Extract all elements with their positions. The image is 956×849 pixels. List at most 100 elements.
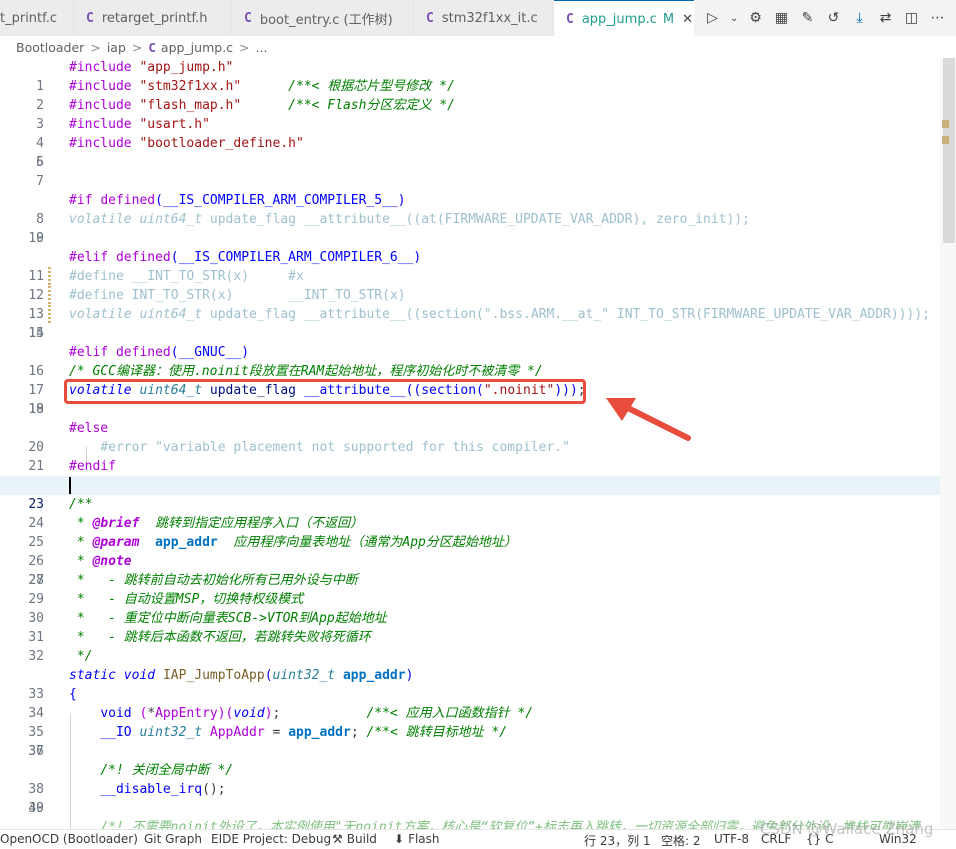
- scrollbar-thumb[interactable]: [943, 58, 955, 243]
- code-line[interactable]: 20 #else: [0, 419, 940, 455]
- code-line[interactable]: 11 #elif defined(__IS_COMPILER_ARM_COMPI…: [0, 248, 940, 284]
- code-line[interactable]: 39 __disable_irq();: [0, 780, 940, 816]
- line-number: 6: [36, 155, 44, 170]
- code-line[interactable]: 4 #include "usart.h": [0, 115, 940, 151]
- token: uint64_t: [139, 307, 203, 322]
- code-line[interactable]: 26 * @param app_addr 应用程序向量表地址（通常为App分区起…: [0, 533, 940, 569]
- code-line[interactable]: 12 #define __INT_TO_STR(x) #x: [0, 267, 940, 303]
- token: __INT_TO_STR: [131, 269, 226, 284]
- code-line[interactable]: 31 * - 跳转后本函数不返回，若跳转失败将死循环: [0, 628, 940, 647]
- token: #include: [69, 79, 132, 94]
- history-icon[interactable]: ↺: [825, 10, 842, 26]
- status-cursor-position[interactable]: 行 23，列 1: [584, 832, 651, 849]
- token: update_flag: [209, 307, 296, 322]
- code-line[interactable]: 15: [0, 324, 940, 343]
- status-openocd[interactable]: OpenOCD (Bootloader): [0, 832, 138, 846]
- run-debug-icon[interactable]: ▷: [704, 10, 721, 26]
- code-line[interactable]: 5 #include "bootloader_define.h": [0, 134, 940, 170]
- code-line[interactable]: 2 #include "stm32f1xx.h" /**< 根据芯片型号修改 *…: [0, 77, 940, 113]
- code-line[interactable]: 22 #endif: [0, 457, 940, 493]
- tab-label: stm32f1xx_it.c: [441, 10, 538, 26]
- token: #endif: [69, 459, 116, 474]
- current-line[interactable]: 23: [0, 476, 940, 512]
- code-line[interactable]: 35 void (*AppEntry)(void); /**< 应用入口函数指针…: [0, 704, 940, 740]
- split-editor-icon[interactable]: ◫: [903, 10, 920, 26]
- chevron-down-icon[interactable]: ⌄: [730, 13, 738, 24]
- breadcrumb-item[interactable]: iap: [107, 40, 126, 55]
- breadcrumb-item[interactable]: ...: [256, 40, 268, 55]
- status-encoding[interactable]: UTF-8: [714, 832, 749, 846]
- close-icon[interactable]: ✕: [682, 12, 693, 27]
- gear-icon[interactable]: ⚙: [747, 10, 764, 26]
- code-line[interactable]: 13 #define INT_TO_STR(x) __INT_TO_STR(x): [0, 286, 940, 322]
- code-editor[interactable]: 1 #include "app_jump.h" 2 #include "stm3…: [0, 58, 940, 829]
- tab-boot-entry[interactable]: C boot_entry.c (工作树): [232, 0, 414, 36]
- code-line[interactable]: 8 #if defined(__IS_COMPILER_ARM_COMPILER…: [0, 191, 940, 227]
- vertical-scrollbar[interactable]: [940, 58, 956, 829]
- line-number: 10: [28, 231, 44, 246]
- token: #error: [100, 440, 148, 455]
- token: uint64_t: [139, 212, 203, 227]
- code-line[interactable]: 25 * @brief 跳转到指定应用程序入口（不返回）: [0, 514, 940, 550]
- status-eide-project[interactable]: EIDE Project: Debug: [211, 832, 331, 846]
- tab-app-jump[interactable]: C app_jump.c M ✕: [554, 0, 698, 37]
- code-text: #define __INT_TO_STR(x) #x: [69, 269, 304, 284]
- token: __IO: [100, 725, 132, 740]
- code-line[interactable]: 37: [0, 742, 940, 761]
- code-text: #include "stm32f1xx.h" /**< 根据芯片型号修改 */: [69, 77, 455, 96]
- code-line[interactable]: 33 static void IAP_JumpToApp(uint32_t ap…: [0, 666, 940, 702]
- status-build-button[interactable]: ⚒ Build: [332, 832, 377, 846]
- token: @param: [92, 535, 140, 550]
- status-flash-button[interactable]: ⬇ Flash: [394, 832, 440, 846]
- token: app_addr: [342, 668, 406, 683]
- code-line[interactable]: 21 #error "variable placement not suppor…: [0, 438, 940, 474]
- code-line[interactable]: 27 * @note: [0, 552, 940, 588]
- code-line[interactable]: 28 * - 跳转前自动去初始化所有已用外设与中断: [0, 571, 940, 590]
- token: INT_TO_STR: [616, 307, 696, 322]
- breadcrumb-item[interactable]: Bootloader: [16, 40, 84, 55]
- tab-retarget-printf[interactable]: C retarget_printf.h: [74, 0, 232, 36]
- code-line[interactable]: 24 /**: [0, 495, 940, 531]
- code-line[interactable]: 32 */: [0, 647, 940, 666]
- code-text: #include "flash_map.h" /**< Flash分区宏定义 *…: [69, 96, 455, 115]
- status-spaces-label: 空格: 2: [661, 834, 701, 848]
- code-line[interactable]: 30 * - 重定位中断向量表SCB->VTOR到App起始地址: [0, 609, 940, 628]
- code-line[interactable]: 16 #elif defined(__GNUC__): [0, 343, 940, 379]
- status-git-graph[interactable]: Git Graph: [144, 832, 202, 846]
- more-icon[interactable]: ⋯: [929, 10, 946, 26]
- code-line[interactable]: 3 #include "flash_map.h" /**< Flash分区宏定义…: [0, 96, 940, 132]
- breadcrumb-item[interactable]: app_jump.c: [161, 40, 233, 55]
- tab-printf[interactable]: t_printf.c: [0, 0, 74, 36]
- code-line[interactable]: 7: [0, 172, 940, 191]
- code-line[interactable]: 1 #include "app_jump.h": [0, 58, 940, 94]
- clean-icon[interactable]: ✎: [799, 10, 816, 26]
- tab-stm32f1xx-it[interactable]: C stm32f1xx_it.c: [414, 0, 554, 36]
- token: AppAddr: [209, 725, 265, 740]
- code-line[interactable]: 9 volatile uint64_t update_flag __attrib…: [0, 210, 940, 246]
- code-line[interactable]: 14 volatile uint64_t update_flag __attri…: [0, 305, 940, 341]
- token: #include: [69, 136, 132, 151]
- code-line[interactable]: 34 {: [0, 685, 940, 721]
- token: at: [421, 212, 437, 227]
- code-line[interactable]: 6: [0, 153, 940, 172]
- code-line[interactable]: 40: [0, 799, 940, 818]
- tab-label: retarget_printf.h: [101, 10, 208, 26]
- compare-icon[interactable]: ⇄: [877, 10, 894, 26]
- code-line[interactable]: 29 * - 自动设置MSP，切换特权级模式: [0, 590, 940, 609]
- status-indentation[interactable]: 空格: 2: [661, 832, 701, 849]
- token: app_addr: [288, 725, 351, 740]
- git-modified-marker: [48, 286, 51, 305]
- code-line[interactable]: 36 __IO uint32_t AppAddr = app_addr; /**…: [0, 723, 940, 759]
- code-text: #endif: [69, 457, 116, 476]
- code-line[interactable]: 38 /*! 关闭全局中断 */: [0, 761, 940, 797]
- breadcrumb-separator: >: [90, 39, 101, 55]
- token: "usart.h": [139, 117, 210, 132]
- code-line[interactable]: 10: [0, 229, 940, 248]
- download-icon[interactable]: ⤓: [851, 10, 868, 26]
- token: volatile: [69, 307, 132, 322]
- line-number: 15: [28, 326, 44, 341]
- status-build-label: Build: [346, 832, 377, 846]
- build-icon[interactable]: ▦: [773, 10, 790, 26]
- code-text: #include "bootloader_define.h": [69, 134, 304, 153]
- token: uint32_t: [272, 668, 336, 683]
